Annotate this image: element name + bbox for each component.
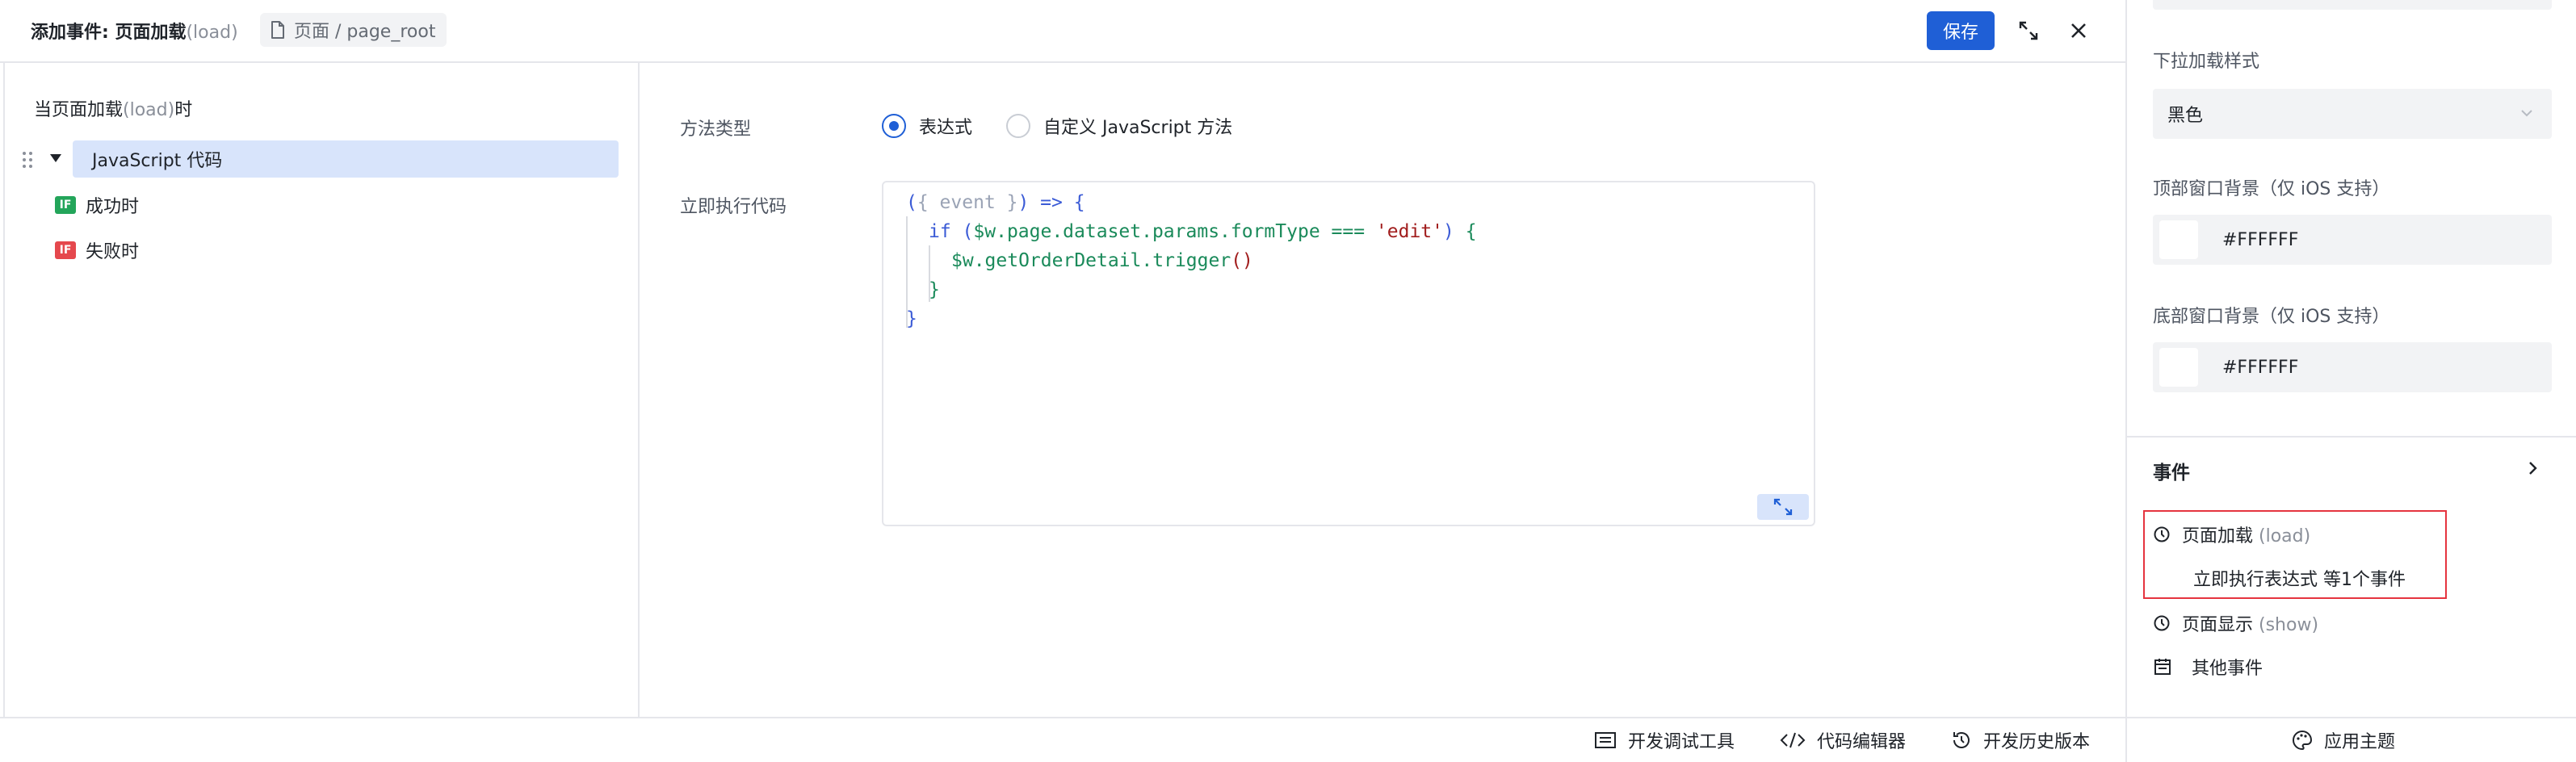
if-failure-icon: IF [55, 241, 76, 259]
event-page-load[interactable]: 页面加载 (load) [2153, 521, 2310, 547]
dialog-title: 添加事件: 页面加载(load) [31, 23, 238, 43]
close-button[interactable] [2061, 13, 2096, 48]
method-type-label: 方法类型 [680, 119, 752, 140]
radio-label: 自定义 JavaScript 方法 [1043, 118, 1233, 138]
palette-icon [2293, 730, 2313, 751]
bottom-bg-color-input[interactable]: #FFFFFF [2153, 342, 2552, 392]
tree-item-label: 成功时 [86, 197, 140, 217]
color-swatch[interactable] [2159, 220, 2198, 259]
breadcrumb-label: 页面 / page_root [294, 22, 436, 42]
code-editor[interactable]: ({ event }) => { if ($w.page.dataset.par… [882, 181, 1815, 526]
events-section-title: 事件 [2153, 463, 2190, 484]
radio-checked-icon [882, 114, 906, 138]
event-page-show[interactable]: 页面显示 (show) [2153, 610, 2318, 636]
radio-label: 表达式 [919, 118, 973, 138]
color-value: #FFFFFF [2222, 357, 2299, 378]
console-icon [1595, 732, 1616, 748]
code-editor-button[interactable]: 代码编辑器 [1780, 718, 1906, 762]
clock-icon [2154, 526, 2170, 542]
expand-editor-button[interactable] [1757, 494, 1809, 520]
expand-icon [2019, 21, 2038, 40]
expand-icon [1773, 498, 1793, 516]
code-line-1: ({ event }) => { [906, 192, 1085, 213]
page-icon [271, 21, 284, 39]
chevron-down-icon [2521, 110, 2532, 117]
color-swatch[interactable] [2159, 348, 2198, 387]
pull-style-label: 下拉加载样式 [2153, 52, 2260, 72]
code-icon [1780, 732, 1806, 748]
top-bg-label: 顶部窗口背景（仅 iOS 支持） [2153, 179, 2390, 199]
collapse-caret-icon[interactable] [48, 152, 63, 167]
fullscreen-button[interactable] [2011, 13, 2046, 48]
clock-icon [2154, 615, 2170, 631]
radio-expression[interactable]: 表达式 [882, 113, 972, 139]
event-other[interactable]: 其他事件 [2153, 654, 2263, 680]
color-value: #FFFFFF [2222, 229, 2299, 250]
tree-item-success[interactable]: IF 成功时 [55, 189, 139, 221]
app-theme-button[interactable]: 应用主题 [2292, 718, 2395, 762]
bottom-toolbar: 开发调试工具 代码编辑器 开发历史版本 应用主题 [0, 717, 2576, 762]
radio-unchecked-icon [1006, 114, 1030, 138]
code-line-4: } [929, 279, 940, 300]
code-label: 立即执行代码 [680, 197, 787, 217]
code-line-3: $w.getOrderDetail.trigger() [951, 250, 1253, 271]
tree-item-javascript-code[interactable]: JavaScript 代码 [73, 140, 619, 178]
event-page-load-detail[interactable]: 立即执行表达式 等1个事件 [2193, 565, 2406, 591]
close-icon [2071, 23, 2086, 38]
code-line-5: } [906, 308, 917, 329]
page-properties-panel: 下拉加载样式 黑色 顶部窗口背景（仅 iOS 支持） #FFFFFF 底部窗口背… [2125, 0, 2576, 717]
history-button[interactable]: 开发历史版本 [1951, 718, 2090, 762]
tree-item-label: 失败时 [86, 242, 140, 262]
pull-style-select[interactable]: 黑色 [2153, 89, 2552, 139]
page-breadcrumb[interactable]: 页面 / page_root [260, 13, 447, 47]
app-root: 添加事件: 页面加载(load) 页面 / page_root 保存 当页面加载… [0, 0, 2576, 762]
tree-item-failure[interactable]: IF 失败时 [55, 234, 139, 266]
code-line-2: if ($w.page.dataset.params.formType === … [929, 221, 1477, 242]
calendar-icon [2154, 659, 2171, 675]
action-config-panel: 方法类型 表达式 自定义 JavaScript 方法 立即执行代码 ({ eve… [641, 63, 2125, 717]
history-icon [1953, 732, 1970, 748]
divider [2125, 718, 2127, 762]
chevron-right-icon[interactable] [2528, 460, 2539, 476]
if-success-icon: IF [55, 196, 76, 214]
bottom-bg-label: 底部窗口背景（仅 iOS 支持） [2153, 307, 2390, 327]
tree-heading: 当页面加载(load)时 [34, 100, 193, 120]
radio-custom-js[interactable]: 自定义 JavaScript 方法 [1006, 113, 1232, 139]
divider [2127, 436, 2576, 438]
tree-item-label: JavaScript 代码 [92, 151, 223, 171]
previous-field[interactable] [2153, 0, 2552, 10]
event-dialog-header: 添加事件: 页面加载(load) 页面 / page_root 保存 [0, 0, 2125, 63]
event-action-tree: 当页面加载(load)时 JavaScript 代码 IF 成功时 IF 失败时 [3, 63, 640, 717]
save-button[interactable]: 保存 [1927, 11, 1995, 50]
select-value: 黑色 [2167, 106, 2204, 126]
debug-tools-button[interactable]: 开发调试工具 [1594, 718, 1735, 762]
top-bg-color-input[interactable]: #FFFFFF [2153, 215, 2552, 265]
drag-handle-icon[interactable] [21, 150, 34, 173]
